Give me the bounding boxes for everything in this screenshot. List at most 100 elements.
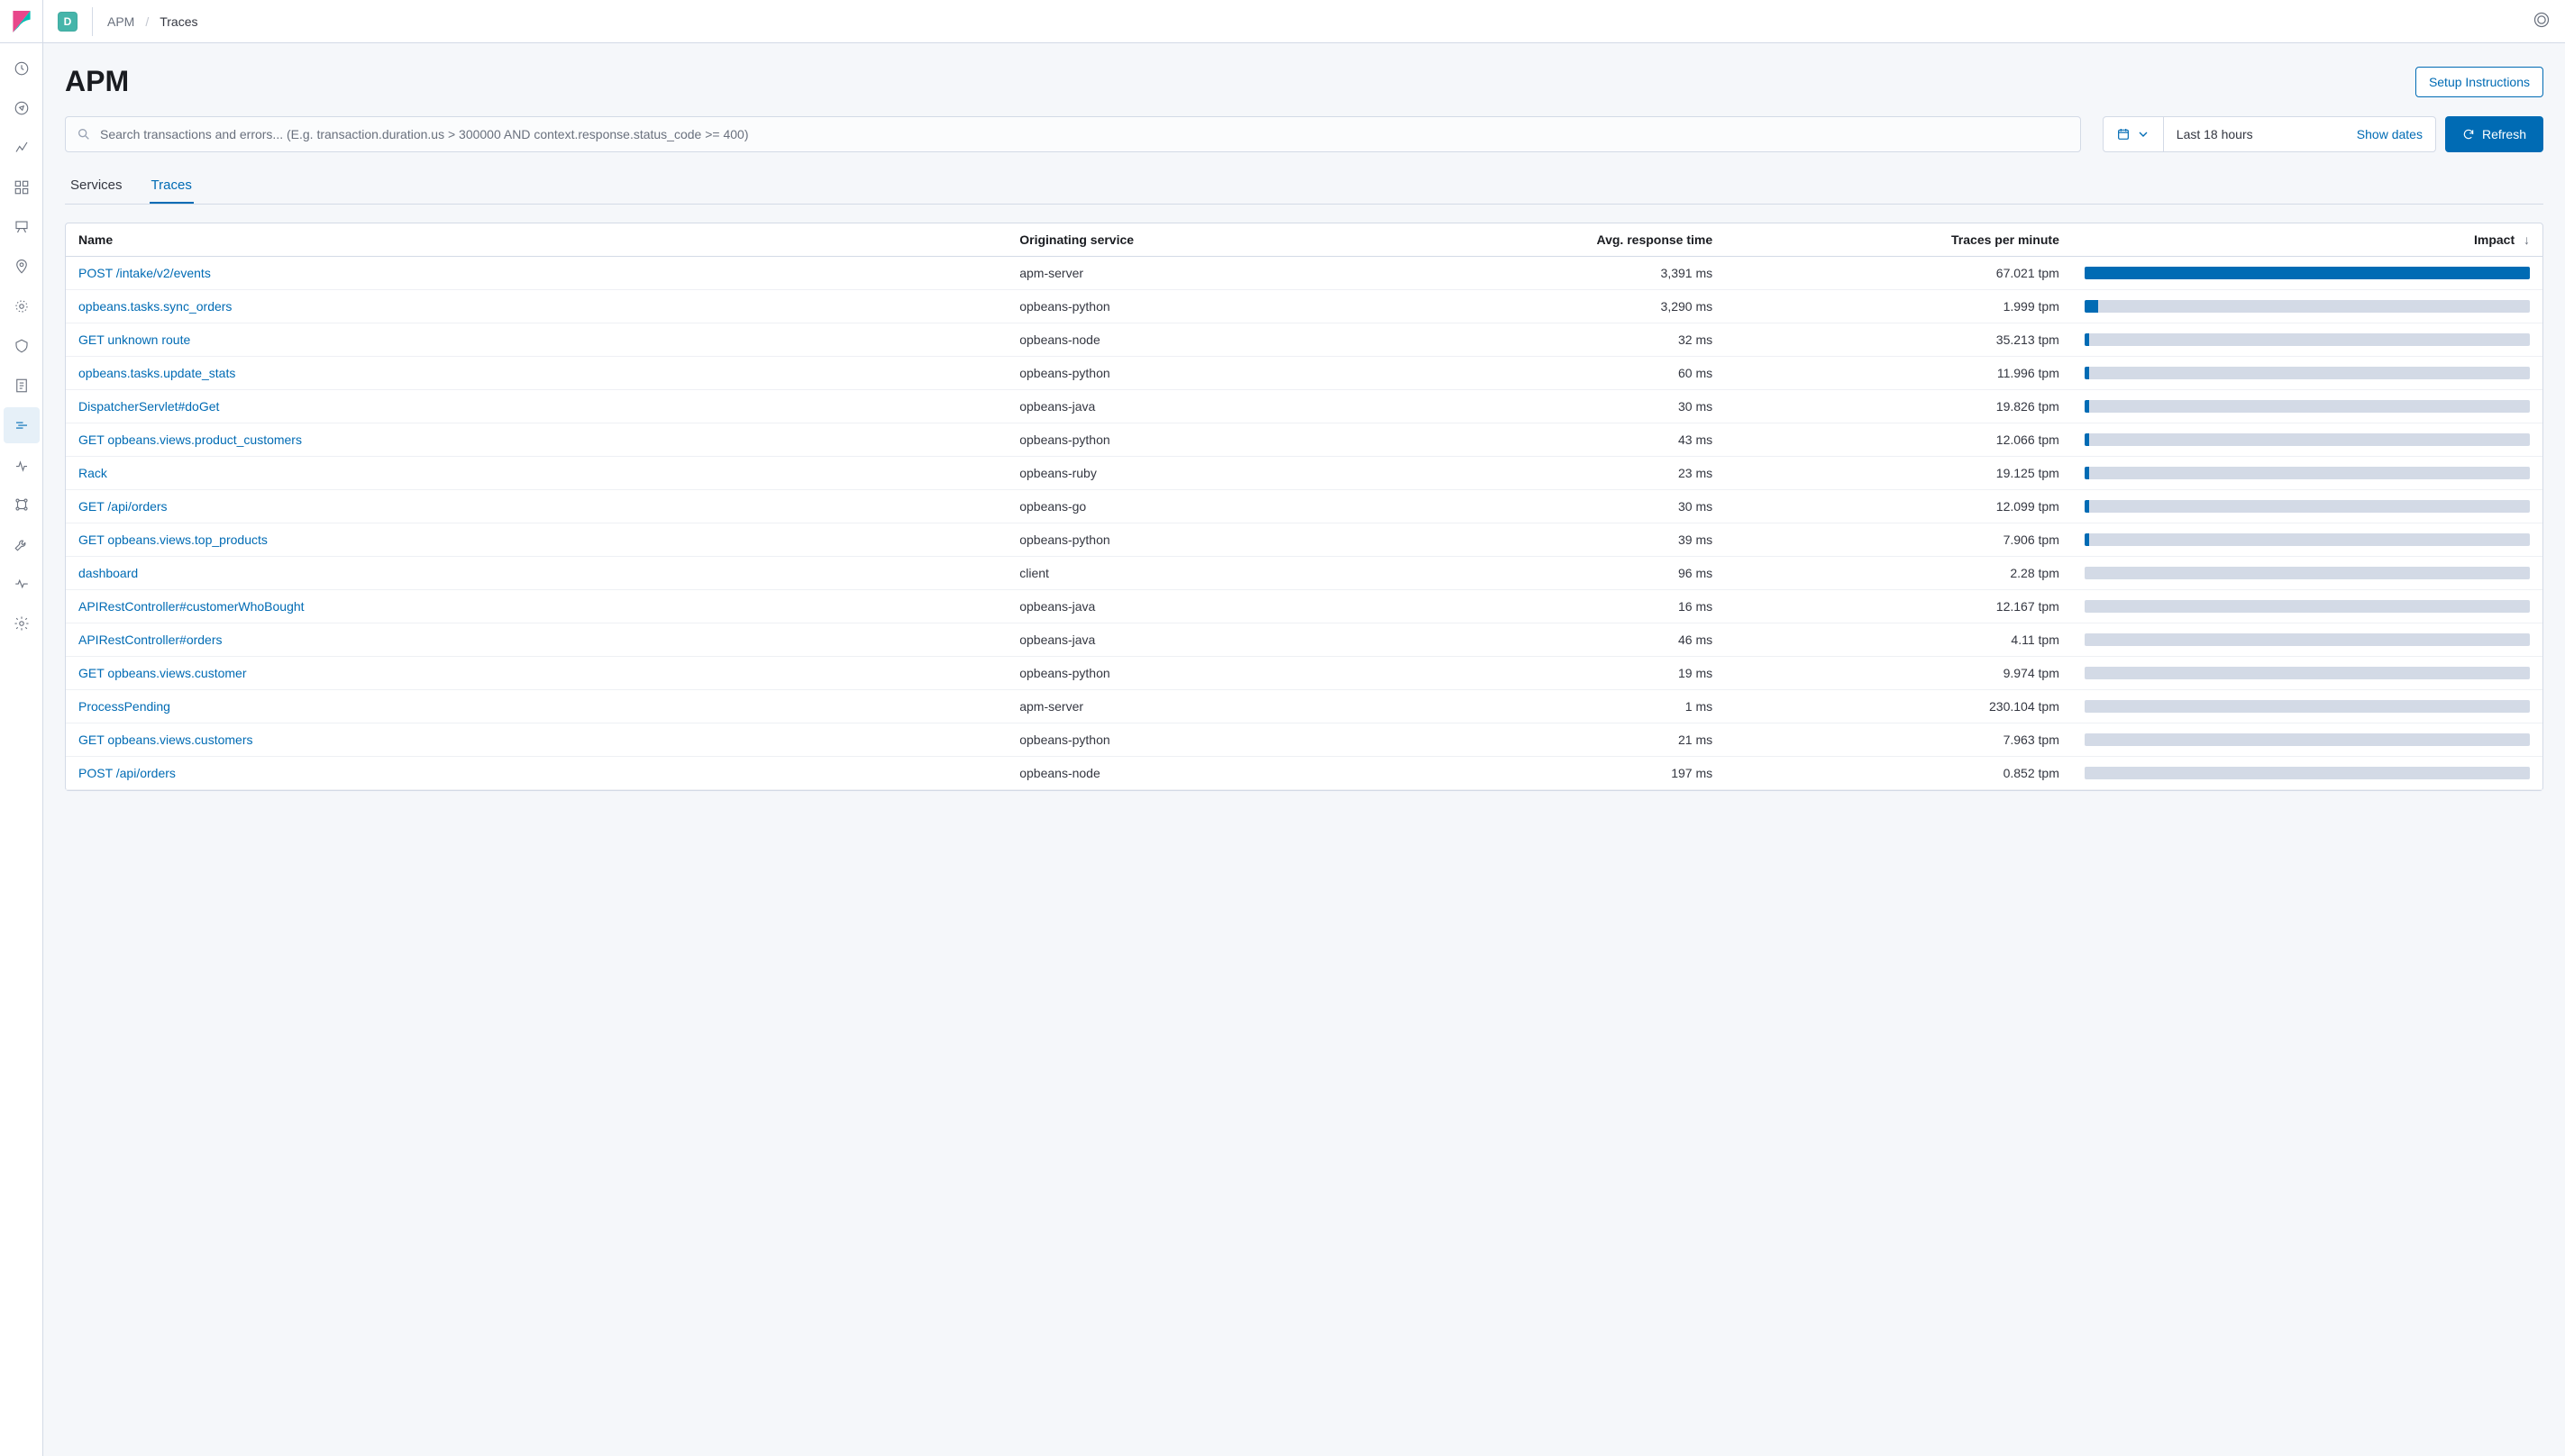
impact-cell (2072, 290, 2542, 323)
infra-icon (14, 338, 30, 354)
nav-maps[interactable] (4, 249, 40, 285)
impact-bar (2085, 367, 2530, 379)
originating-service: opbeans-node (1007, 323, 1403, 357)
nav-devtools[interactable] (4, 526, 40, 562)
nav-monitoring[interactable] (4, 566, 40, 602)
kibana-logo-icon (12, 11, 32, 32)
logs-icon (14, 378, 30, 394)
col-header-impact[interactable]: Impact ↓ (2072, 223, 2542, 257)
nav-recent[interactable] (4, 50, 40, 86)
tab-traces[interactable]: Traces (150, 168, 194, 204)
col-header-response[interactable]: Avg. response time (1403, 223, 1725, 257)
breadcrumb-root[interactable]: APM (107, 14, 134, 29)
impact-bar (2085, 567, 2530, 579)
tab-services[interactable]: Services (68, 168, 124, 204)
impact-bar (2085, 400, 2530, 413)
calendar-icon (2116, 127, 2131, 141)
originating-service: opbeans-python (1007, 423, 1403, 457)
help-icon (2533, 11, 2551, 29)
col-header-service[interactable]: Originating service (1007, 223, 1403, 257)
impact-cell (2072, 423, 2542, 457)
trace-link[interactable]: opbeans.tasks.update_stats (78, 366, 235, 380)
show-dates-toggle[interactable]: Show dates (2344, 117, 2435, 151)
nav-canvas[interactable] (4, 209, 40, 245)
nav-visualize[interactable] (4, 130, 40, 166)
traces-per-minute: 9.974 tpm (1725, 657, 2072, 690)
table-row: POST /intake/v2/eventsapm-server3,391 ms… (66, 257, 2542, 290)
side-nav (0, 0, 43, 1456)
table-row: GET unknown routeopbeans-node32 ms35.213… (66, 323, 2542, 357)
avg-response-time: 23 ms (1403, 457, 1725, 490)
table-row: GET /api/ordersopbeans-go30 ms12.099 tpm (66, 490, 2542, 523)
originating-service: opbeans-go (1007, 490, 1403, 523)
trace-link[interactable]: GET opbeans.views.product_customers (78, 432, 302, 447)
originating-service: opbeans-python (1007, 290, 1403, 323)
trace-link[interactable]: dashboard (78, 566, 138, 580)
nav-logs[interactable] (4, 368, 40, 404)
trace-link[interactable]: POST /api/orders (78, 766, 176, 780)
search-input[interactable] (100, 127, 2069, 141)
setup-instructions-button[interactable]: Setup Instructions (2415, 67, 2543, 97)
trace-link[interactable]: GET opbeans.views.top_products (78, 532, 268, 547)
wrench-icon (14, 536, 30, 552)
avg-response-time: 43 ms (1403, 423, 1725, 457)
avg-response-time: 1 ms (1403, 690, 1725, 723)
nav-siem[interactable] (4, 487, 40, 523)
table-row: ProcessPendingapm-server1 ms230.104 tpm (66, 690, 2542, 723)
trace-link[interactable]: GET opbeans.views.customer (78, 666, 247, 680)
impact-cell (2072, 623, 2542, 657)
table-row: DispatcherServlet#doGetopbeans-java30 ms… (66, 390, 2542, 423)
kibana-logo[interactable] (0, 0, 43, 43)
date-range-display[interactable]: Last 18 hours (2164, 117, 2344, 151)
table-row: GET opbeans.views.customersopbeans-pytho… (66, 723, 2542, 757)
space-selector[interactable]: D (58, 12, 78, 32)
impact-bar (2085, 767, 2530, 779)
nav-infra[interactable] (4, 328, 40, 364)
nav-management[interactable] (4, 605, 40, 642)
table-row: GET opbeans.views.top_productsopbeans-py… (66, 523, 2542, 557)
nav-uptime[interactable] (4, 447, 40, 483)
traces-per-minute: 2.28 tpm (1725, 557, 2072, 590)
trace-link[interactable]: GET /api/orders (78, 499, 168, 514)
traces-table-card: Name Originating service Avg. response t… (65, 223, 2543, 791)
impact-bar (2085, 600, 2530, 613)
col-header-name[interactable]: Name (66, 223, 1007, 257)
trace-link[interactable]: opbeans.tasks.sync_orders (78, 299, 232, 314)
nav-dashboard[interactable] (4, 169, 40, 205)
nav-ml[interactable] (4, 288, 40, 324)
impact-bar (2085, 700, 2530, 713)
trace-link[interactable]: Rack (78, 466, 107, 480)
chart-icon (14, 140, 30, 156)
traces-per-minute: 4.11 tpm (1725, 623, 2072, 657)
refresh-button[interactable]: Refresh (2445, 116, 2543, 152)
trace-link[interactable]: ProcessPending (78, 699, 170, 714)
table-row: APIRestController#ordersopbeans-java46 m… (66, 623, 2542, 657)
table-row: GET opbeans.views.product_customers opbea… (66, 423, 2542, 457)
impact-cell (2072, 490, 2542, 523)
breadcrumb: APM / Traces (107, 14, 198, 29)
help-menu[interactable] (2533, 11, 2551, 32)
traces-per-minute: 7.906 tpm (1725, 523, 2072, 557)
search-bar[interactable] (65, 116, 2081, 152)
refresh-icon (2462, 128, 2475, 141)
trace-link[interactable]: GET opbeans.views.customers (78, 733, 253, 747)
trace-link[interactable]: DispatcherServlet#doGet (78, 399, 219, 414)
impact-bar (2085, 500, 2530, 513)
avg-response-time: 3,290 ms (1403, 290, 1725, 323)
traces-per-minute: 35.213 tpm (1725, 323, 2072, 357)
nav-apm[interactable] (4, 407, 40, 443)
impact-bar (2085, 433, 2530, 446)
originating-service: opbeans-java (1007, 590, 1403, 623)
trace-link[interactable]: POST /intake/v2/events (78, 266, 211, 280)
traces-per-minute: 1.999 tpm (1725, 290, 2072, 323)
traces-per-minute: 11.996 tpm (1725, 357, 2072, 390)
trace-link[interactable]: APIRestController#orders (78, 632, 223, 647)
date-picker-calendar-button[interactable] (2104, 117, 2164, 151)
originating-service: opbeans-python (1007, 357, 1403, 390)
col-header-tpm[interactable]: Traces per minute (1725, 223, 2072, 257)
nav-discover[interactable] (4, 90, 40, 126)
impact-cell (2072, 323, 2542, 357)
originating-service: opbeans-ruby (1007, 457, 1403, 490)
trace-link[interactable]: APIRestController#customerWhoBought (78, 599, 305, 614)
trace-link[interactable]: GET unknown route (78, 332, 190, 347)
